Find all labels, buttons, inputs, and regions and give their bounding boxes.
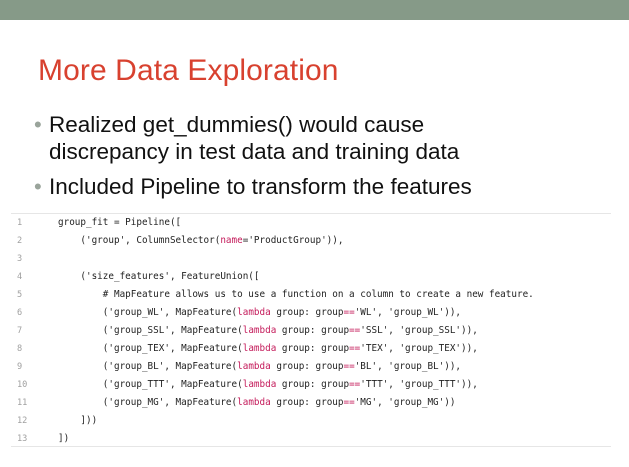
code-text: ('group_SSL', MapFeature(lambda group: g… — [58, 325, 478, 336]
line-number: 1 — [17, 218, 23, 228]
code-line: 6 ('group_WL', MapFeature(lambda group: … — [11, 304, 611, 322]
code-line: 1 group_fit = Pipeline([ — [11, 214, 611, 232]
line-number: 7 — [17, 326, 23, 336]
code-block: 1 group_fit = Pipeline([ 2 ('group', Colum… — [11, 213, 611, 447]
code-text: ]) — [58, 433, 70, 444]
code-text: ('group_TTT', MapFeature(lambda group: g… — [58, 379, 478, 390]
code-line: 12 ])) — [11, 412, 611, 430]
code-line: 2 ('group', ColumnSelector(name='Product… — [11, 232, 611, 250]
code-line: 8 ('group_TEX', MapFeature(lambda group:… — [11, 340, 611, 358]
code-line: 4 ('size_features', FeatureUnion([ — [11, 268, 611, 286]
line-number: 13 — [17, 434, 28, 444]
line-number: 9 — [17, 362, 23, 372]
code-text: ('group_WL', MapFeature(lambda group: gr… — [58, 307, 462, 318]
code-line: 13]) — [11, 430, 611, 448]
code-text: ('group', ColumnSelector(name='ProductGr… — [58, 235, 344, 246]
slide-top-bar — [0, 0, 629, 20]
bullet-text-line: discrepancy in test data and training da… — [49, 139, 460, 164]
bullet-text-line: Included Pipeline to transform the featu… — [49, 174, 472, 199]
code-text: group_fit = Pipeline([ — [58, 217, 182, 228]
bullet-text: Included Pipeline to transform the featu… — [49, 173, 472, 200]
bullet-text-line: Realized get_dummies() would cause — [49, 112, 425, 137]
line-number: 2 — [17, 236, 23, 246]
code-text: ('size_features', FeatureUnion([ — [58, 271, 260, 282]
line-number: 4 — [17, 272, 23, 282]
line-number: 8 — [17, 344, 23, 354]
code-line: 9 ('group_BL', MapFeature(lambda group: … — [11, 358, 611, 376]
code-text: ('group_BL', MapFeature(lambda group: gr… — [58, 361, 462, 372]
code-text: ('group_TEX', MapFeature(lambda group: g… — [58, 343, 478, 354]
line-number: 5 — [17, 290, 23, 300]
bullet-text: Realized get_dummies() would cause discr… — [49, 111, 459, 165]
line-number: 10 — [17, 380, 28, 390]
line-number: 12 — [17, 416, 28, 426]
code-line: 11 ('group_MG', MapFeature(lambda group:… — [11, 394, 611, 412]
line-number: 6 — [17, 308, 23, 318]
bullet-item: • Included Pipeline to transform the fea… — [34, 173, 624, 200]
code-line: 10 ('group_TTT', MapFeature(lambda group… — [11, 376, 611, 394]
code-text: ])) — [58, 415, 98, 426]
line-number: 3 — [17, 254, 23, 264]
line-number: 11 — [17, 398, 28, 408]
code-text: # MapFeature allows us to use a function… — [58, 289, 534, 300]
bullet-list: • Realized get_dummies() would cause dis… — [34, 111, 624, 208]
code-line: 5 # MapFeature allows us to use a functi… — [11, 286, 611, 304]
code-text: ('group_MG', MapFeature(lambda group: gr… — [58, 397, 456, 408]
code-line: 7 ('group_SSL', MapFeature(lambda group:… — [11, 322, 611, 340]
slide-title: More Data Exploration — [38, 54, 339, 87]
bullet-dot-icon: • — [34, 174, 42, 199]
bullet-item: • Realized get_dummies() would cause dis… — [34, 111, 624, 165]
bullet-dot-icon: • — [34, 112, 42, 137]
code-line: 3 — [11, 250, 611, 268]
